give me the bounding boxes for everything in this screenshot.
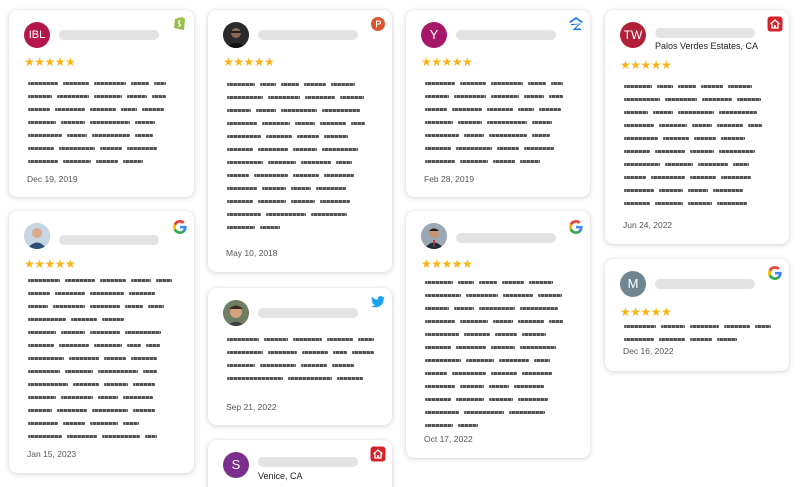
- star-rating: ★★★★★: [223, 55, 275, 69]
- avatar: [421, 223, 447, 249]
- reviewer-name-placeholder: [59, 30, 159, 40]
- avatar: Y: [421, 22, 447, 48]
- reviewer-name-placeholder: [456, 30, 556, 40]
- google-icon: [569, 220, 583, 234]
- review-text: [624, 85, 771, 215]
- review-text: [425, 82, 572, 173]
- review-header: [24, 223, 179, 251]
- star-rating: ★★★★★: [421, 257, 473, 271]
- twitter-icon: [371, 296, 385, 308]
- review-date: Feb 28, 2019: [424, 174, 475, 184]
- reviewer-name-placeholder: [258, 30, 358, 40]
- review-header: [421, 223, 575, 251]
- review-date: Dec 19, 2019: [27, 174, 78, 184]
- reviewer-name-placeholder: [258, 457, 358, 467]
- review-text: [28, 82, 176, 173]
- reviewer-name-placeholder: [59, 235, 159, 245]
- review-header: M: [620, 271, 774, 299]
- review-card[interactable]: Sep 21, 2022: [208, 288, 392, 425]
- review-text: [227, 338, 374, 390]
- review-header: IBL: [24, 22, 179, 50]
- avatar: IBL: [24, 22, 50, 48]
- review-card[interactable]: ★★★★★ Oct 17, 2022: [406, 211, 590, 458]
- reviewer-location: Palos Verdes Estates, CA: [655, 41, 759, 51]
- avatar: S: [223, 452, 249, 478]
- shopify-icon: [174, 17, 185, 30]
- review-text: [425, 281, 572, 437]
- avatar: TW: [620, 22, 646, 48]
- review-header: Y: [421, 22, 575, 50]
- star-rating: ★★★★★: [620, 305, 672, 319]
- homeadvisor-icon: [767, 16, 783, 32]
- avatar: [24, 223, 50, 249]
- review-card[interactable]: Y ★★★★★ Feb 28, 2019: [406, 10, 590, 197]
- reviewer-name-placeholder: [456, 233, 556, 243]
- review-card[interactable]: M ★★★★★ Dec 16, 2022: [605, 259, 789, 371]
- google-icon: [768, 266, 782, 280]
- reviewer-location: Venice, CA: [258, 471, 303, 481]
- star-rating: ★★★★★: [24, 55, 76, 69]
- reviewer-name-placeholder: [655, 28, 755, 38]
- review-date: Jun 24, 2022: [623, 220, 673, 230]
- google-icon: [173, 220, 187, 234]
- reviewer-name-placeholder: [655, 279, 755, 289]
- review-header: S Venice, CA: [223, 452, 377, 481]
- star-rating: ★★★★★: [421, 55, 473, 69]
- producthunt-icon: [371, 17, 385, 31]
- homeadvisor-icon: [370, 446, 386, 462]
- review-card[interactable]: ★★★★★ May 10, 2018: [208, 10, 392, 272]
- avatar: [223, 22, 249, 48]
- review-card[interactable]: IBL ★★★★★ Dec 19, 2019: [9, 10, 194, 197]
- zillow-icon: [569, 17, 583, 30]
- review-date: Jan 15, 2023: [27, 449, 77, 459]
- star-rating: ★★★★★: [24, 257, 76, 271]
- avatar: M: [620, 271, 646, 297]
- review-date: Oct 17, 2022: [424, 434, 473, 444]
- reviewer-name-placeholder: [258, 308, 358, 318]
- review-text: [28, 279, 176, 448]
- review-card[interactable]: TW Palos Verdes Estates, CA ★★★★★ Jun 24…: [605, 10, 789, 244]
- review-date: May 10, 2018: [226, 248, 278, 258]
- review-text: [227, 83, 374, 239]
- review-header: [223, 22, 377, 50]
- review-card[interactable]: ★★★★★ Jan 15, 2023: [9, 211, 194, 473]
- review-header: [223, 300, 377, 328]
- review-date: Dec 16, 2022: [623, 346, 674, 356]
- review-card[interactable]: S Venice, CA: [208, 440, 392, 487]
- star-rating: ★★★★★: [620, 58, 672, 72]
- review-header: TW Palos Verdes Estates, CA: [620, 22, 774, 51]
- review-date: Sep 21, 2022: [226, 402, 277, 412]
- avatar: [223, 300, 249, 326]
